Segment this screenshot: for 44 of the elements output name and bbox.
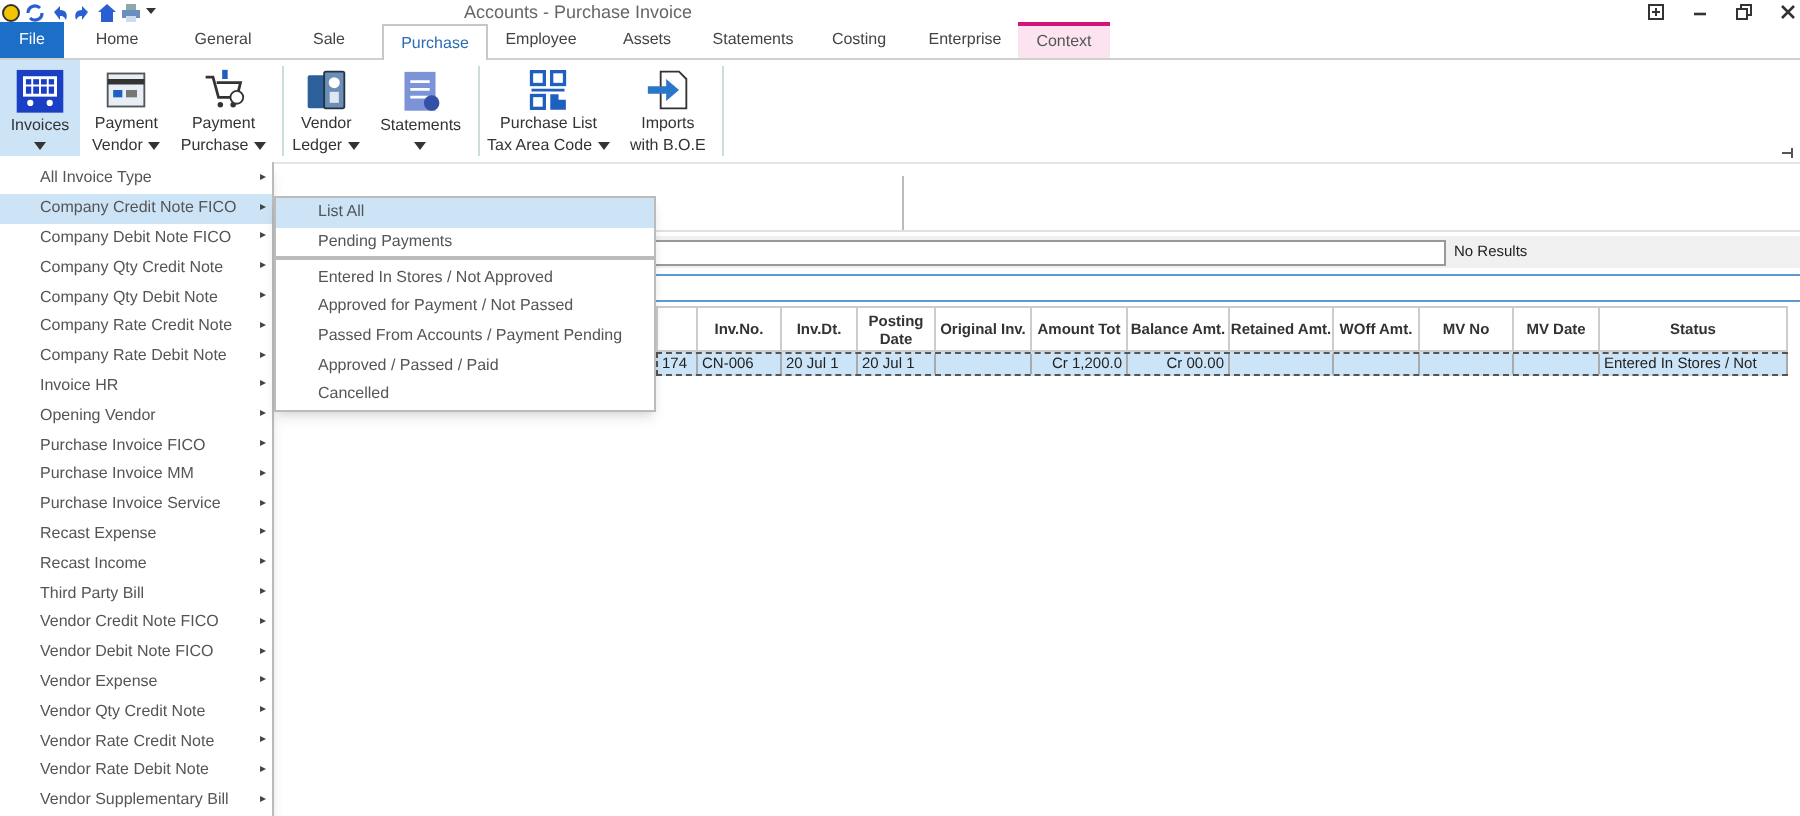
submenu-item[interactable]: Approved / Passed / Paid xyxy=(276,350,654,381)
submenu-item[interactable]: Cancelled xyxy=(276,380,654,410)
ribbon-tab[interactable]: Statements xyxy=(700,22,806,58)
caret-icon xyxy=(598,141,611,149)
ribbon-tab[interactable]: Context xyxy=(1018,22,1110,58)
ribbon-button[interactable]: Imports with B.O.E xyxy=(622,66,714,156)
ribbon-button[interactable]: Invoices xyxy=(0,60,80,156)
caret-icon[interactable] xyxy=(146,8,156,16)
window-title: Accounts - Purchase Invoice xyxy=(464,0,693,24)
ribbon-button[interactable]: Purchase List Tax Area Code xyxy=(479,66,619,156)
app-logo-icon[interactable] xyxy=(2,3,20,21)
submenu-item[interactable]: Passed From Accounts / Payment Pending xyxy=(276,321,654,351)
home-icon[interactable] xyxy=(98,3,116,21)
ribbon-tab[interactable]: General xyxy=(170,22,276,58)
caret-icon xyxy=(348,141,361,149)
ribbon-button[interactable]: Statements xyxy=(372,66,470,156)
caret-icon xyxy=(414,142,427,151)
ribbon-button[interactable]: Payment Vendor xyxy=(84,66,169,156)
redo-icon[interactable] xyxy=(74,3,92,21)
pin-window-icon[interactable] xyxy=(1648,4,1664,20)
caret-icon xyxy=(34,142,46,151)
restore-icon[interactable] xyxy=(1736,4,1752,20)
submenu-item[interactable]: Approved for Payment / Not Passed xyxy=(276,292,654,322)
ribbon-tab[interactable]: Enterprise xyxy=(912,22,1018,58)
submenu-item[interactable]: List All xyxy=(276,198,654,228)
ribbon-tab[interactable]: Assets xyxy=(594,22,700,58)
ribbon-tab[interactable]: Employee xyxy=(488,22,594,58)
ribbon-tab[interactable]: Home xyxy=(64,22,170,58)
close-icon[interactable] xyxy=(1780,4,1796,20)
ribbon-button[interactable]: Vendor Ledger xyxy=(284,66,369,156)
print-icon[interactable] xyxy=(122,3,140,21)
refresh-icon[interactable] xyxy=(26,3,44,21)
ribbon-tab[interactable]: Purchase xyxy=(382,24,488,60)
caret-icon xyxy=(148,141,161,149)
caret-icon xyxy=(254,141,267,149)
pin-ribbon-icon[interactable] xyxy=(1782,148,1796,158)
undo-icon[interactable] xyxy=(50,3,68,21)
submenu-item[interactable]: Pending Payments xyxy=(276,227,654,257)
submenu-item[interactable]: Entered In Stores / Not Approved xyxy=(276,262,654,293)
ribbon-tab[interactable]: File xyxy=(0,22,64,58)
ribbon-tab[interactable]: Sale xyxy=(276,22,382,58)
cart-icon xyxy=(14,68,66,115)
ribbon-button[interactable]: Payment Purchase xyxy=(172,66,275,156)
ribbon-tab[interactable]: Costing xyxy=(806,22,912,58)
